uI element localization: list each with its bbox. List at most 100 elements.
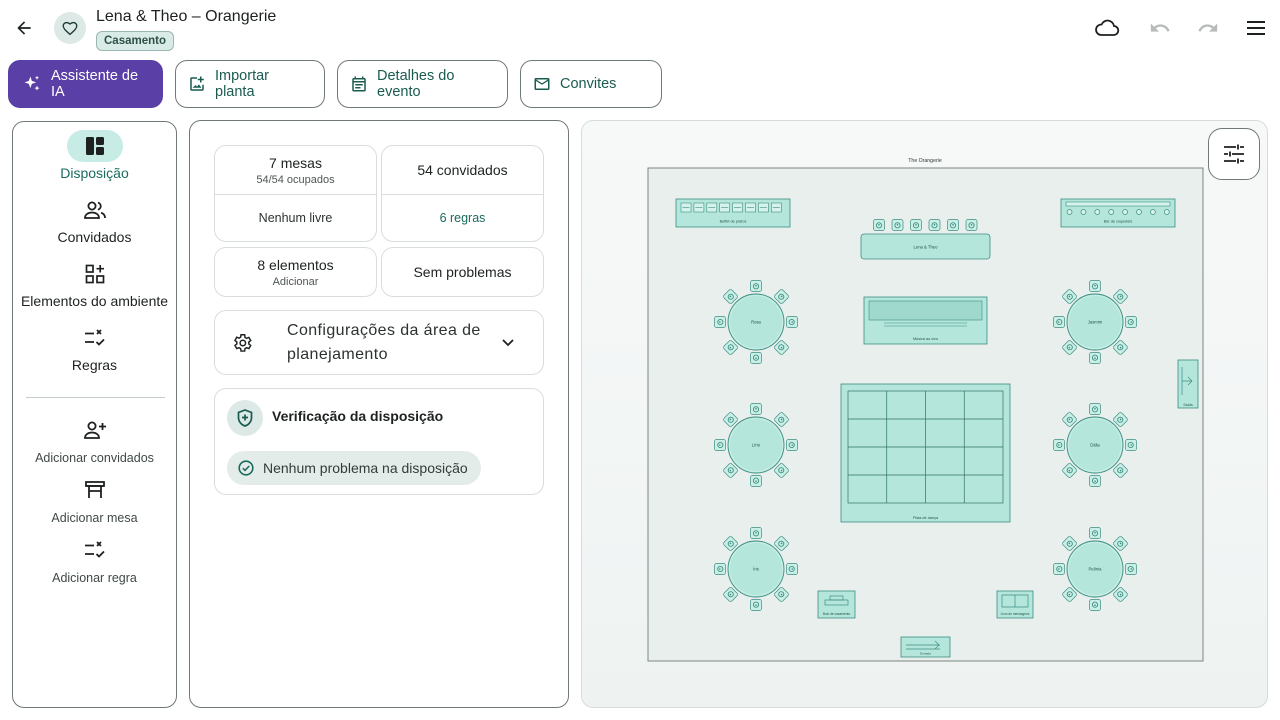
chair[interactable] [1089,352,1101,364]
chair[interactable] [928,219,941,231]
chair[interactable] [1125,563,1137,575]
chair[interactable] [714,563,726,575]
gear-icon [233,334,252,352]
chair[interactable] [1125,439,1137,451]
chair[interactable] [750,475,762,487]
chair[interactable] [1089,599,1101,611]
add-element-link[interactable]: Adicionar [273,276,319,288]
chair[interactable] [947,219,959,231]
bar-label: Bar de coquetéis [1104,220,1133,224]
arrow-back-icon [17,21,31,35]
layout-check-title: Verificação da disposição [272,408,444,424]
elements-count: 8 elementos [257,256,334,273]
chair[interactable] [910,219,922,231]
chair[interactable] [1089,475,1101,487]
menu-button[interactable] [1240,12,1272,44]
chair[interactable] [750,352,762,364]
chair[interactable] [1053,316,1065,328]
add-table-button[interactable]: Adicionar mesa [13,474,176,525]
planning-settings-label: Configurações da área de planejamento [287,322,481,363]
chair[interactable] [1089,527,1101,539]
chair[interactable] [965,219,978,231]
import-plan-button[interactable]: Importar planta [175,60,325,108]
bar-element[interactable]: Bar de coquetéis [1060,198,1176,228]
rail-item-rules[interactable]: Regras [13,322,176,373]
bar-stool [1150,209,1156,215]
problems-stat-card[interactable]: Sem problemas [381,247,544,297]
event-details-button[interactable]: Detalhes do evento [337,60,508,108]
chair[interactable] [1089,280,1101,292]
stage-element[interactable]: Música ao vivo [863,296,988,345]
chair[interactable] [714,316,726,328]
table-name: Rosa [751,320,761,325]
back-button[interactable] [8,12,40,44]
rail-pill [67,414,123,446]
floorplan-canvas[interactable]: The Orangerie Buffet de pratos Bar de co… [581,120,1268,708]
import-plan-label: Importar planta [215,68,269,100]
rail-pill [67,474,123,506]
chair[interactable] [1125,316,1137,328]
rail-pill [67,194,123,226]
chair[interactable] [786,563,798,575]
favorite-button[interactable] [54,12,86,44]
chair[interactable] [1089,403,1101,415]
planning-settings-expander[interactable]: Configurações da área de planejamento [214,310,544,375]
exit-label: Saída [1183,403,1192,407]
top-bar: Lena & Theo – Orangerie Casamento [0,0,1280,56]
entrance-door[interactable]: Entrada [900,636,951,658]
rail-item-layout[interactable]: Disposição [13,130,176,181]
table-name: Íris [753,567,759,572]
invites-button[interactable]: Convites [520,60,662,108]
floorplan-svg: The Orangerie Buffet de pratos Bar de co… [647,158,1204,662]
bar-stool [1163,209,1170,215]
guestbook-element[interactable]: Livro de mensagens [996,590,1034,619]
check-circle-icon [238,460,254,476]
canvas-settings-button[interactable] [1208,128,1260,180]
add-guests-button[interactable]: Adicionar convidados [13,414,176,465]
no-problems-chip: Nenhum problema na disposição [227,451,481,485]
chair[interactable] [750,403,762,415]
elements-stat-card[interactable]: 8 elementos Adicionar [214,247,377,297]
table-name: Dália [1090,443,1100,448]
add-guests-label: Adicionar convidados [35,451,154,465]
add-rule-button[interactable]: Adicionar regra [13,534,176,585]
chair[interactable] [891,219,904,231]
shield-icon [237,409,253,427]
calendar-icon [352,76,366,92]
free-seats: Nenhum livre [258,211,333,225]
cloud-sync-button[interactable] [1090,12,1124,44]
chair[interactable] [1053,439,1065,451]
rail-item-elements[interactable]: Elementos do ambiente [13,258,176,309]
ai-assistant-button[interactable]: Assistente de IA [8,60,163,108]
chair[interactable] [786,439,798,451]
add-widget-icon [85,264,104,284]
tables-stat-card[interactable]: 7 mesas 54/54 ocupados Nenhum livre [214,145,377,242]
undo-icon [1150,23,1170,32]
chair[interactable] [750,599,762,611]
guests-stat-card[interactable]: 54 convidados 6 regras [381,145,544,242]
chair[interactable] [1053,563,1065,575]
chair[interactable] [750,527,762,539]
guestbook-label: Livro de mensagens [1001,612,1030,616]
bar-stool [1080,209,1087,215]
chair[interactable] [750,280,762,292]
action-bar: Assistente de IA Importar planta Detalhe… [8,60,662,108]
rail-item-guests[interactable]: Convidados [13,194,176,245]
chair[interactable] [786,316,798,328]
cake-label: Bolo de casamento [823,612,851,616]
layout-check-card: Verificação da disposição Nenhum problem… [214,388,544,495]
rail-divider [26,397,165,398]
tables-summary: 7 mesas 54/54 ocupados [215,146,376,195]
redo-button[interactable] [1192,12,1224,44]
undo-button[interactable] [1144,12,1176,44]
guests-summary: 54 convidados [382,146,543,195]
cake-element[interactable]: Bolo de casamento [817,590,856,619]
rules-link[interactable]: 6 regras [382,195,543,241]
tables-count: 7 mesas [269,154,322,171]
chair[interactable] [873,219,885,231]
dance-floor[interactable]: Pista de dança [840,383,1011,523]
buffet-element[interactable]: Buffet de pratos [675,198,791,228]
exit-door[interactable]: Saída [1177,359,1199,409]
chair[interactable] [714,439,726,451]
table-icon [84,481,105,498]
